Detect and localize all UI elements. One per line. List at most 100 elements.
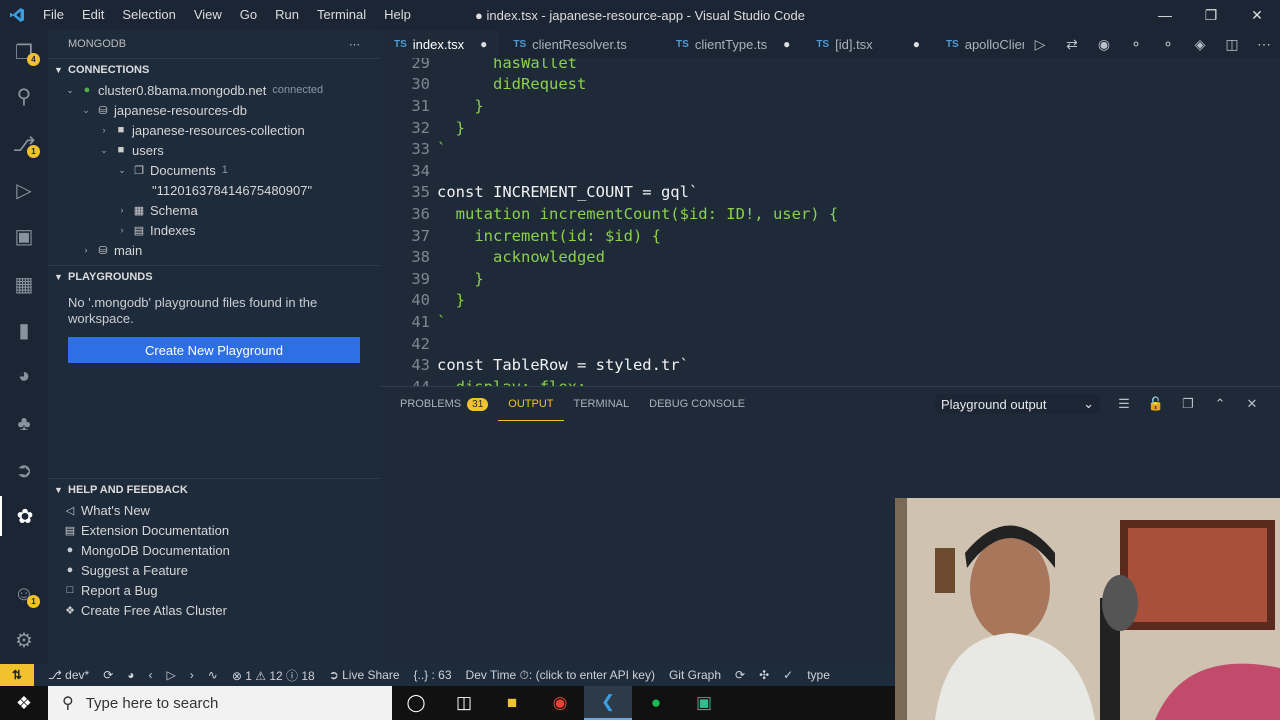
tab-output[interactable]: OUTPUT (498, 387, 564, 421)
main-db-item[interactable]: › ⛁ main (48, 240, 380, 260)
taskbar-search[interactable]: ⚲ Type here to search (48, 686, 392, 720)
report-icon: □ (66, 584, 74, 596)
help-item-atlas-cluster[interactable]: ❖ Create Free Atlas Cluster (48, 600, 380, 620)
help-item-mongodb-docs[interactable]: ● MongoDB Documentation (48, 540, 380, 560)
headphones-icon[interactable]: ◕ (127, 668, 134, 682)
play-icon[interactable]: ▷ (167, 668, 176, 682)
tab-problems[interactable]: PROBLEMS 31 (390, 387, 498, 421)
restore-panel-icon[interactable]: ❐ (1172, 396, 1204, 412)
tab-terminal[interactable]: TERMINAL (564, 387, 640, 421)
menu-help[interactable]: Help (375, 0, 420, 30)
task-view-icon[interactable]: ◫ (440, 686, 488, 720)
menu-selection[interactable]: Selection (113, 0, 184, 30)
cluster-item[interactable]: ⌄ ● cluster0.8bama.mongodb.net connected (48, 80, 380, 100)
git-lens-icon[interactable]: ◈ (1184, 36, 1216, 53)
modified-dot-icon[interactable]: ● (480, 37, 487, 51)
branch-item[interactable]: ⎇ dev* (48, 668, 89, 682)
line-number: 43 (411, 356, 430, 375)
output-channel-select[interactable]: Playground output ⌄ (935, 394, 1100, 414)
mongodb-leaf-icon[interactable]: ✿ (0, 496, 48, 536)
compare-icon[interactable]: ⇄ (1056, 36, 1088, 53)
menu-file[interactable]: File (34, 0, 73, 30)
document-item[interactable]: "112016378414675480907" (48, 180, 380, 200)
remote-icon[interactable]: ⇅ (0, 664, 34, 686)
maximize-panel-icon[interactable]: ⌃ (1204, 396, 1236, 412)
next-change-icon[interactable]: ⚬ (1152, 36, 1184, 53)
users-collection-item[interactable]: ⌄ ■ users (48, 140, 380, 160)
help-item-whats-new[interactable]: ◁ What's New (48, 500, 380, 520)
split-editor-icon[interactable]: ◫ (1216, 36, 1248, 53)
remote-explorer-icon[interactable]: ▣ (0, 216, 48, 256)
close-icon[interactable]: ✕ (1234, 0, 1280, 30)
tree-icon[interactable]: ♣ (0, 404, 48, 444)
vscode-taskbar-icon[interactable]: ❮ (584, 686, 632, 720)
dev-time-item[interactable]: Dev Time ⏱: (click to enter API key) (466, 668, 655, 683)
code-editor[interactable]: 29 hasWallet 30 didRequest 31 } 32 } 33 `… (380, 58, 1280, 386)
share-icon[interactable]: ➲ (0, 450, 48, 490)
mongodb-leaf-icon: ● (83, 84, 91, 96)
braces-count[interactable]: {..} : 63 (414, 668, 452, 682)
create-playground-button[interactable]: Create New Playground (68, 337, 360, 363)
more-actions-icon[interactable]: ⋯ (1248, 36, 1280, 53)
documents-item[interactable]: ⌄ ❐ Documents 1 (48, 160, 380, 180)
source-control-icon[interactable]: ⎇ 1 (0, 124, 48, 164)
chrome-icon[interactable]: ◉ (536, 686, 584, 720)
clear-output-icon[interactable]: ☰ (1108, 396, 1140, 412)
menu-run[interactable]: Run (266, 0, 308, 30)
help-item-extension-docs[interactable]: ▤ Extension Documentation (48, 520, 380, 540)
pulse-icon[interactable]: ∿ (208, 668, 218, 682)
collection-item[interactable]: › ■ japanese-resources-collection (48, 120, 380, 140)
modified-dot-icon[interactable]: ● (913, 37, 920, 51)
minimize-icon[interactable]: — (1142, 0, 1188, 30)
close-panel-icon[interactable]: ✕ (1236, 396, 1268, 412)
menu-view[interactable]: View (185, 0, 231, 30)
git-graph-item[interactable]: Git Graph (669, 668, 721, 682)
restore-icon[interactable]: ❐ (1188, 0, 1234, 30)
lock-icon[interactable]: 🔓 (1140, 396, 1172, 412)
play-icon[interactable]: ▷ (1024, 36, 1056, 53)
live-preview-icon[interactable]: ◉ (1088, 36, 1120, 53)
account-icon[interactable]: ☺ 1 (0, 574, 48, 614)
connections-header[interactable]: ▼ CONNECTIONS (48, 58, 380, 80)
playgrounds-header[interactable]: ▼ PLAYGROUNDS (48, 265, 380, 287)
help-item-suggest-feature[interactable]: ● Suggest a Feature (48, 560, 380, 580)
cortana-icon[interactable]: ◯ (392, 686, 440, 720)
modified-dot-icon[interactable]: ● (783, 37, 790, 51)
previous-change-icon[interactable]: ⚬ (1120, 36, 1152, 53)
problems-status[interactable]: ⊗ 1 ⚠ 12 ⓘ 18 (232, 667, 315, 684)
more-actions-icon[interactable]: ⋯ (349, 38, 360, 51)
tab-index-tsx[interactable]: TS index.tsx ● (380, 30, 500, 58)
language-mode[interactable]: type (807, 668, 830, 682)
tab-client-type[interactable]: TS clientType.ts ● (662, 30, 802, 58)
tab-client-resolver[interactable]: TS clientResolver.ts ● (499, 30, 662, 58)
run-debug-icon[interactable]: ▷ (0, 170, 48, 210)
help-header[interactable]: ▼ HELP AND FEEDBACK (48, 478, 380, 500)
tab-id-tsx[interactable]: TS [id].tsx ● (802, 30, 932, 58)
schema-item[interactable]: › ▦ Schema (48, 200, 380, 220)
refresh-icon[interactable]: ⟳ (735, 668, 745, 682)
next-icon[interactable]: › (190, 668, 194, 682)
menu-go[interactable]: Go (231, 0, 266, 30)
explorer-icon[interactable]: ❐ 4 (0, 32, 48, 72)
previous-icon[interactable]: ‹ (149, 668, 153, 682)
live-share-icon[interactable]: ◕ (0, 356, 48, 396)
plug-icon[interactable]: ✣ (759, 668, 769, 682)
line-code: ` (437, 312, 447, 331)
tab-debug-console[interactable]: DEBUG CONSOLE (639, 387, 755, 421)
live-share-item[interactable]: ➲ Live Share (329, 668, 400, 682)
spotify-icon[interactable]: ● (632, 686, 680, 720)
help-item-report-bug[interactable]: □ Report a Bug (48, 580, 380, 600)
sync-icon[interactable]: ⟳ (103, 668, 113, 682)
gitkraken-icon[interactable]: ▣ (680, 686, 728, 720)
menu-terminal[interactable]: Terminal (308, 0, 375, 30)
menu-edit[interactable]: Edit (73, 0, 113, 30)
settings-gear-icon[interactable]: ⚙ (0, 620, 48, 660)
database-item[interactable]: ⌄ ⛁ japanese-resources-db (48, 100, 380, 120)
indexes-item[interactable]: › ▤ Indexes (48, 220, 380, 240)
search-icon[interactable]: ⚲ (0, 76, 48, 116)
extensions-icon[interactable]: ▦ (0, 264, 48, 304)
bookmarks-icon[interactable]: ▮ (0, 310, 48, 350)
file-explorer-icon[interactable]: ■ (488, 686, 536, 720)
check-icon[interactable]: ✓ (783, 668, 793, 682)
windows-start-icon[interactable]: ❖ (0, 686, 48, 720)
